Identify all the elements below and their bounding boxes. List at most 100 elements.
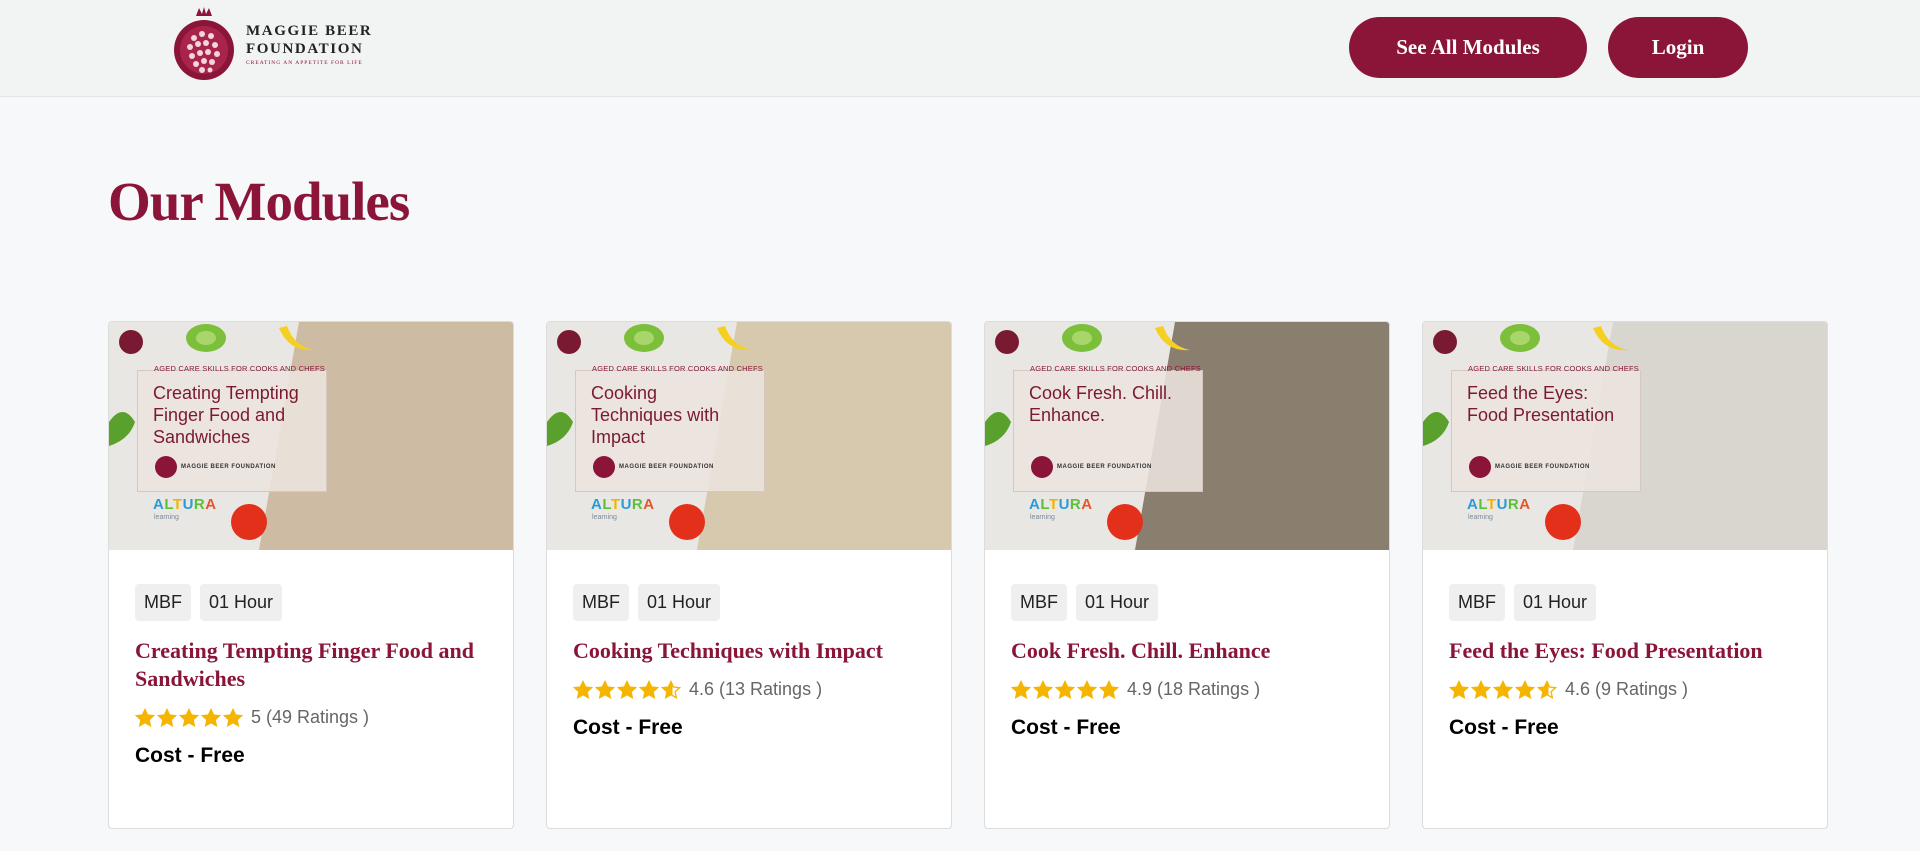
star-full-icon bbox=[179, 707, 199, 727]
page-title: Our Modules bbox=[108, 171, 410, 232]
star-full-icon bbox=[617, 679, 637, 699]
onion-icon bbox=[1433, 330, 1457, 354]
altura-letter: A bbox=[1467, 496, 1479, 513]
module-card-4[interactable]: AGED CARE SKILLS FOR COOKS AND CHEFS Fee… bbox=[1422, 321, 1828, 829]
altura-letter: L bbox=[1478, 496, 1487, 513]
thumbnail-title: Cooking Techniques with Impact bbox=[591, 383, 720, 447]
rating-stars bbox=[573, 679, 683, 700]
star-full-icon bbox=[135, 707, 155, 727]
provider-badge: MBF bbox=[573, 584, 629, 621]
star-full-icon bbox=[1493, 679, 1513, 699]
thumbnail-course-tag: AGED CARE SKILLS FOR COOKS AND CHEFS bbox=[154, 364, 325, 373]
module-card-body: MBF 01 Hour Cook Fresh. Chill. Enhance 4… bbox=[1011, 584, 1369, 740]
module-rating: 4.9 (18 Ratings ) bbox=[1011, 679, 1369, 700]
duration-badge: 01 Hour bbox=[638, 584, 721, 621]
star-full-icon bbox=[595, 679, 615, 699]
thumbnail-mbf-text: MAGGIE BEER FOUNDATION bbox=[1495, 463, 1590, 470]
tomato-icon bbox=[231, 504, 267, 540]
altura-letter: R bbox=[1507, 496, 1520, 513]
duration-badge: 01 Hour bbox=[1076, 584, 1159, 621]
logo-line-2: FOUNDATION bbox=[246, 41, 364, 57]
star-full-icon bbox=[1471, 679, 1491, 699]
rating-text: 5 (49 Ratings ) bbox=[251, 707, 370, 727]
altura-logo: ALTURA bbox=[1029, 496, 1093, 513]
module-thumbnail[interactable]: AGED CARE SKILLS FOR COOKS AND CHEFS Fee… bbox=[1423, 322, 1827, 550]
thumbnail-title: Cook Fresh. Chill. Enhance. bbox=[1029, 383, 1173, 425]
module-card-body: MBF 01 Hour Creating Tempting Finger Foo… bbox=[135, 584, 493, 768]
module-cost: Cost - Free bbox=[135, 744, 245, 767]
altura-letter: A bbox=[591, 496, 603, 513]
altura-learning-text: learning bbox=[1468, 514, 1493, 521]
badge-row: MBF 01 Hour bbox=[1011, 584, 1369, 621]
provider-badge: MBF bbox=[1449, 584, 1505, 621]
module-rating: 4.6 (9 Ratings ) bbox=[1449, 679, 1807, 700]
tomato-icon bbox=[1107, 504, 1143, 540]
altura-letter: A bbox=[205, 496, 217, 513]
module-thumbnail[interactable]: AGED CARE SKILLS FOR COOKS AND CHEFS Coo… bbox=[985, 322, 1389, 550]
rating-text: 4.6 (9 Ratings ) bbox=[1565, 679, 1689, 699]
rating-text: 4.6 (13 Ratings ) bbox=[689, 679, 823, 699]
onion-icon bbox=[557, 330, 581, 354]
module-card-3[interactable]: AGED CARE SKILLS FOR COOKS AND CHEFS Coo… bbox=[984, 321, 1390, 829]
thumbnail-mbf-logo: MAGGIE BEER FOUNDATION bbox=[1469, 456, 1590, 478]
star-full-icon bbox=[1033, 679, 1053, 699]
star-full-icon bbox=[1011, 679, 1031, 699]
see-all-modules-button[interactable]: See All Modules bbox=[1349, 17, 1587, 78]
login-button[interactable]: Login bbox=[1608, 17, 1748, 78]
module-card-2[interactable]: AGED CARE SKILLS FOR COOKS AND CHEFS Coo… bbox=[546, 321, 952, 829]
altura-letter: A bbox=[1029, 496, 1041, 513]
thumbnail-mbf-text: MAGGIE BEER FOUNDATION bbox=[1057, 463, 1152, 470]
thumbnail-mbf-logo: MAGGIE BEER FOUNDATION bbox=[1031, 456, 1152, 478]
logo-text: MAGGIE BEER FOUNDATION CREATING AN APPET… bbox=[246, 22, 372, 66]
site-header: MAGGIE BEER FOUNDATION CREATING AN APPET… bbox=[0, 0, 1920, 97]
altura-letter: A bbox=[1081, 496, 1093, 513]
logo-tagline: CREATING AN APPETITE FOR LIFE bbox=[246, 60, 363, 66]
pomegranate-icon bbox=[174, 7, 234, 80]
star-full-icon bbox=[1077, 679, 1097, 699]
module-thumbnail[interactable]: AGED CARE SKILLS FOR COOKS AND CHEFS Coo… bbox=[547, 322, 951, 550]
altura-letter: A bbox=[153, 496, 165, 513]
module-title[interactable]: Cook Fresh. Chill. Enhance bbox=[1011, 637, 1369, 665]
thumbnail-mbf-logo: MAGGIE BEER FOUNDATION bbox=[593, 456, 714, 478]
altura-letter: A bbox=[1519, 496, 1531, 513]
star-full-icon bbox=[1515, 679, 1535, 699]
altura-letter: L bbox=[164, 496, 173, 513]
star-half-icon bbox=[1099, 679, 1119, 699]
rating-stars bbox=[1449, 679, 1559, 700]
duration-badge: 01 Hour bbox=[200, 584, 283, 621]
tomato-icon bbox=[669, 504, 705, 540]
module-title[interactable]: Cooking Techniques with Impact bbox=[573, 637, 931, 665]
pomegranate-icon bbox=[1469, 456, 1491, 478]
maggie-beer-logo[interactable]: MAGGIE BEER FOUNDATION CREATING AN APPET… bbox=[172, 6, 372, 82]
module-cost: Cost - Free bbox=[1449, 716, 1559, 739]
badge-row: MBF 01 Hour bbox=[1449, 584, 1807, 621]
star-full-icon bbox=[201, 707, 221, 727]
altura-logo: ALTURA bbox=[591, 496, 655, 513]
module-thumbnail[interactable]: AGED CARE SKILLS FOR COOKS AND CHEFS Cre… bbox=[109, 322, 513, 550]
thumbnail-course-tag: AGED CARE SKILLS FOR COOKS AND CHEFS bbox=[1030, 364, 1201, 373]
altura-letter: T bbox=[1486, 496, 1497, 513]
star-full-icon bbox=[573, 679, 593, 699]
thumbnail-course-tag: AGED CARE SKILLS FOR COOKS AND CHEFS bbox=[1468, 364, 1639, 373]
thumbnail-mbf-text: MAGGIE BEER FOUNDATION bbox=[619, 463, 714, 470]
module-card-body: MBF 01 Hour Feed the Eyes: Food Presenta… bbox=[1449, 584, 1807, 740]
module-title[interactable]: Feed the Eyes: Food Presentation bbox=[1449, 637, 1807, 665]
altura-learning-text: learning bbox=[1030, 514, 1055, 521]
altura-letter: T bbox=[172, 496, 183, 513]
altura-learning-text: learning bbox=[592, 514, 617, 521]
altura-letter: U bbox=[1058, 496, 1070, 513]
module-card-1[interactable]: AGED CARE SKILLS FOR COOKS AND CHEFS Cre… bbox=[108, 321, 514, 829]
module-cost: Cost - Free bbox=[573, 716, 683, 739]
star-half-icon bbox=[661, 679, 681, 699]
rating-stars bbox=[1011, 679, 1121, 700]
badge-row: MBF 01 Hour bbox=[135, 584, 493, 621]
provider-badge: MBF bbox=[135, 584, 191, 621]
thumbnail-title: Creating Tempting Finger Food and Sandwi… bbox=[153, 383, 299, 447]
thumbnail-course-tag: AGED CARE SKILLS FOR COOKS AND CHEFS bbox=[592, 364, 763, 373]
badge-row: MBF 01 Hour bbox=[573, 584, 931, 621]
provider-badge: MBF bbox=[1011, 584, 1067, 621]
module-card-body: MBF 01 Hour Cooking Techniques with Impa… bbox=[573, 584, 931, 740]
star-full-icon bbox=[157, 707, 177, 727]
star-full-icon bbox=[639, 679, 659, 699]
module-title[interactable]: Creating Tempting Finger Food and Sandwi… bbox=[135, 637, 493, 693]
